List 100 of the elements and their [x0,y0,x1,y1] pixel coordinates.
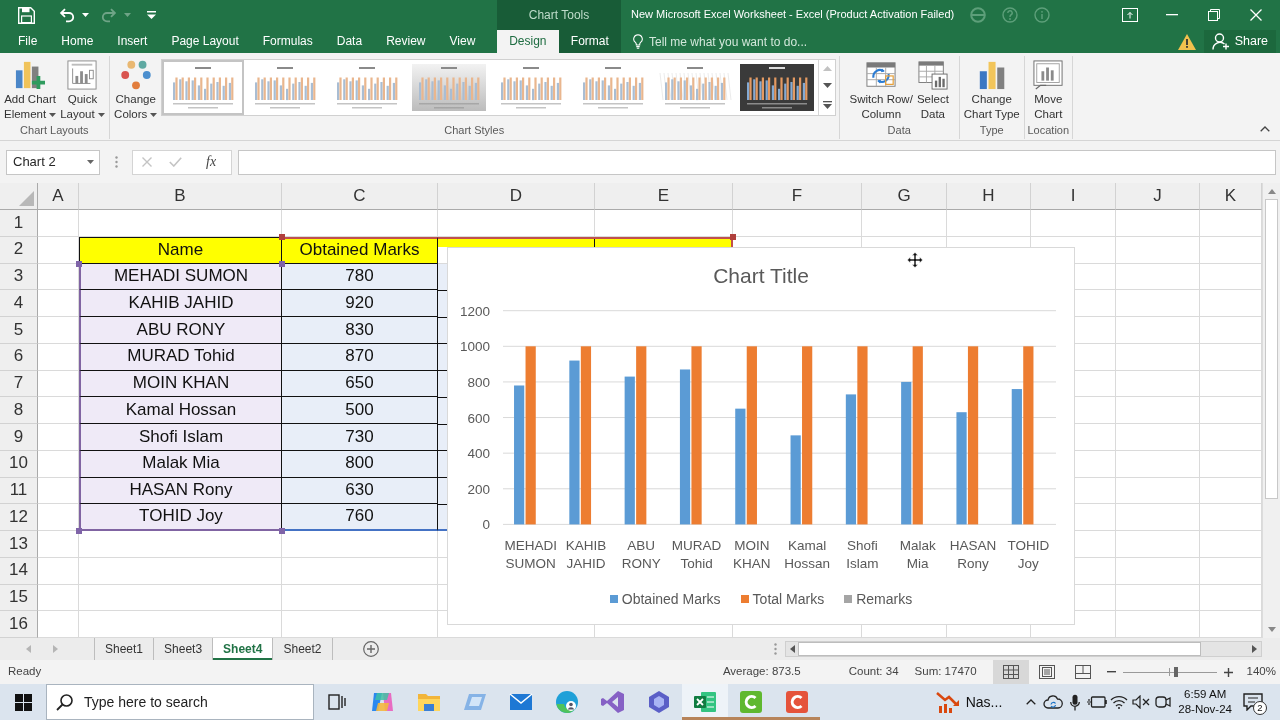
y-axis-label: 200 [467,481,490,497]
ribbon-tab[interactable]: Page Layout [159,30,251,53]
microphone-icon[interactable] [1070,693,1081,711]
column-header[interactable]: I [1031,183,1116,210]
range-handle-icon[interactable] [730,233,736,240]
ribbon-button[interactable]: Select Data [914,58,951,122]
normal-view-button[interactable] [992,660,1029,684]
zoom-level[interactable]: 140% [1246,665,1276,679]
row-header[interactable]: 2 [0,236,38,264]
insert-function-button[interactable]: fx [200,153,223,171]
scroll-thumb[interactable] [798,642,1201,656]
slider-thumb[interactable] [1174,667,1179,677]
name-box[interactable]: Chart 2 [6,149,100,175]
column-header[interactable]: J [1116,183,1200,210]
ribbon-tab[interactable]: File [6,30,50,53]
taskbar-search-box[interactable]: Type here to search [46,684,314,720]
table-chart-icon [917,60,948,90]
column-header[interactable]: D [438,183,595,210]
table-cell: 920 [282,290,438,317]
ribbon-button[interactable]: Change Colors [112,58,160,122]
close-icon[interactable] [1250,9,1262,21]
column-header[interactable]: E [595,183,733,210]
windows-logo-icon[interactable] [14,693,32,711]
ribbon-tab[interactable]: Design [497,30,559,53]
taskbar-app-button[interactable] [682,684,728,720]
collapse-caret-icon[interactable] [1260,126,1270,132]
video-call-icon[interactable] [1155,694,1172,710]
row-header[interactable]: 9 [0,424,38,451]
column-header[interactable]: G [862,183,947,210]
row-header[interactable]: 12 [0,504,38,531]
row-header[interactable]: 8 [0,397,38,424]
cloud-sync-icon[interactable] [1043,695,1064,709]
ribbon-button[interactable]: Change Chart Type [961,58,1022,122]
more-icon[interactable] [822,100,832,109]
zoom-in-icon[interactable] [1223,667,1233,677]
row-header[interactable]: 15 [0,584,38,612]
scroll-left-icon[interactable] [789,645,795,653]
row-header[interactable]: 4 [0,290,38,317]
warning-icon[interactable] [1177,33,1196,50]
caret-icon[interactable] [82,13,89,17]
row-header[interactable]: 11 [0,477,38,505]
row-header[interactable]: 1 [0,210,38,237]
scroll-down-icon[interactable] [1267,627,1276,632]
range-handle-icon[interactable] [76,528,82,534]
ribbon-display-options-icon[interactable] [1122,8,1138,22]
ribbon-button[interactable]: Add Chart Element [2,58,59,122]
ribbon-tab[interactable]: Formulas [250,30,325,53]
row-header[interactable]: 10 [0,450,38,478]
ribbon-tab[interactable]: Review [374,30,438,53]
show-hidden-icons-icon[interactable] [1026,699,1037,705]
save-icon[interactable] [18,6,35,24]
column-header[interactable]: B [79,183,282,210]
ribbon-tab[interactable]: Data [324,30,375,53]
task-view-icon[interactable] [328,693,346,711]
caret-down-icon[interactable] [822,83,832,89]
scroll-up-icon[interactable] [1267,189,1276,194]
clock[interactable]: 6:59 AM 28-Nov-24 [1174,684,1236,720]
caret-icon[interactable] [87,160,94,164]
ribbon-tab[interactable]: Insert [105,30,160,53]
ribbon-tab[interactable]: Format [558,30,621,53]
minimize-icon[interactable] [1166,14,1178,16]
ribbon-button[interactable]: Quick Layout [58,58,107,122]
restore-icon[interactable] [1208,9,1220,21]
taskbar-search-field[interactable]: Type here to search [82,692,302,712]
column-header[interactable]: F [733,183,862,210]
chat-bubble-icon[interactable] [1243,693,1263,711]
ribbon-tab[interactable]: Home [49,30,106,53]
column-header[interactable]: C [282,183,438,210]
range-handle-icon[interactable] [76,260,82,267]
row-header[interactable]: 7 [0,370,38,398]
column-header[interactable]: K [1200,183,1262,210]
status-average: Average: 873.5 [722,665,801,679]
customize-menu-icon[interactable] [147,11,156,19]
column-header[interactable]: A [38,183,79,210]
row-header[interactable]: 5 [0,317,38,344]
sheet-tab[interactable]: Sheet4 [213,638,274,660]
row-header[interactable]: 3 [0,263,38,291]
ribbon-tab[interactable]: View [437,30,488,53]
undo-icon[interactable] [59,7,75,23]
ribbon-button[interactable]: Move Chart [1031,58,1066,122]
range-handle-icon[interactable] [279,528,285,534]
ribbon-button[interactable]: Switch Row/ Column [847,58,915,122]
scroll-thumb[interactable] [1265,199,1278,499]
row-header[interactable]: 14 [0,557,38,585]
speaker-muted-icon[interactable] [1132,695,1151,709]
row-header[interactable]: 16 [0,611,38,638]
spreadsheet-app-icon [693,690,717,714]
row-header[interactable]: 13 [0,531,38,558]
battery-charging-icon[interactable] [1087,696,1108,708]
scroll-right-icon[interactable] [1251,645,1257,653]
range-handle-icon[interactable] [279,233,285,240]
wifi-icon[interactable] [1110,695,1129,709]
tell-me-field[interactable]: Tell me what you want to do... [643,31,843,52]
share-button[interactable]: Share [1203,30,1276,53]
formula-input[interactable] [238,149,1276,175]
range-handle-icon[interactable] [279,260,285,267]
stock-widget[interactable]: Nas... [929,684,1009,720]
row-header[interactable]: 6 [0,343,38,371]
add-sheet-icon[interactable] [362,641,379,657]
column-header[interactable]: H [947,183,1031,210]
